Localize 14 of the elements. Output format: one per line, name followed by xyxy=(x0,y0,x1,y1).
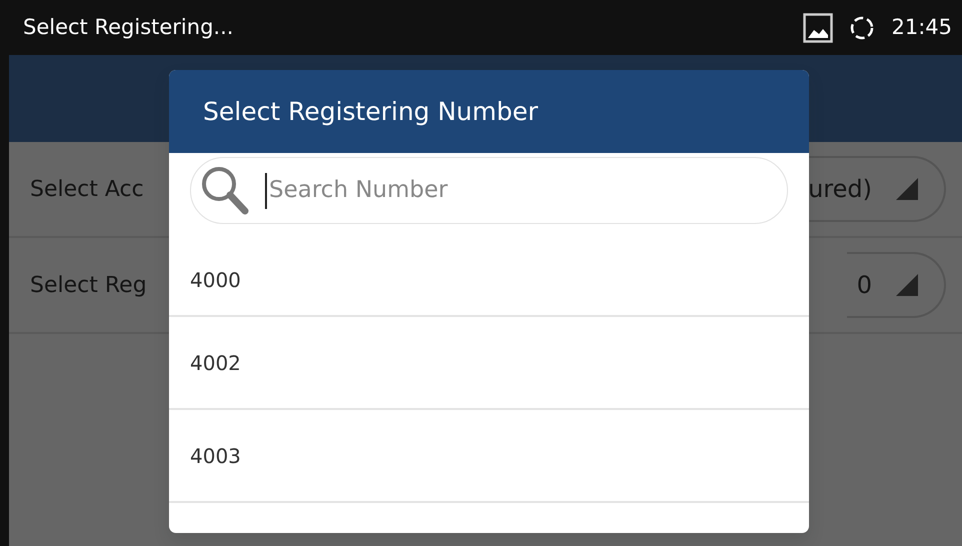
clock: 21:45 xyxy=(891,14,952,41)
dropdown-arrow-icon xyxy=(896,274,918,296)
dropdown-arrow-icon xyxy=(896,178,918,200)
setting-label: Select Reg xyxy=(30,272,147,300)
image-icon xyxy=(803,12,834,42)
number-item[interactable]: 4003 xyxy=(169,410,809,503)
number-item[interactable]: 4000 xyxy=(169,224,809,317)
sync-icon xyxy=(849,14,876,40)
setting-label: Select Acc xyxy=(30,176,144,204)
dialog-title: Select Registering Number xyxy=(203,96,538,128)
search-field[interactable]: Search Number xyxy=(190,157,788,224)
search-input[interactable]: Search Number xyxy=(267,172,787,209)
status-title: Select Registering... xyxy=(23,14,234,41)
number-item[interactable]: 4002 xyxy=(169,317,809,410)
